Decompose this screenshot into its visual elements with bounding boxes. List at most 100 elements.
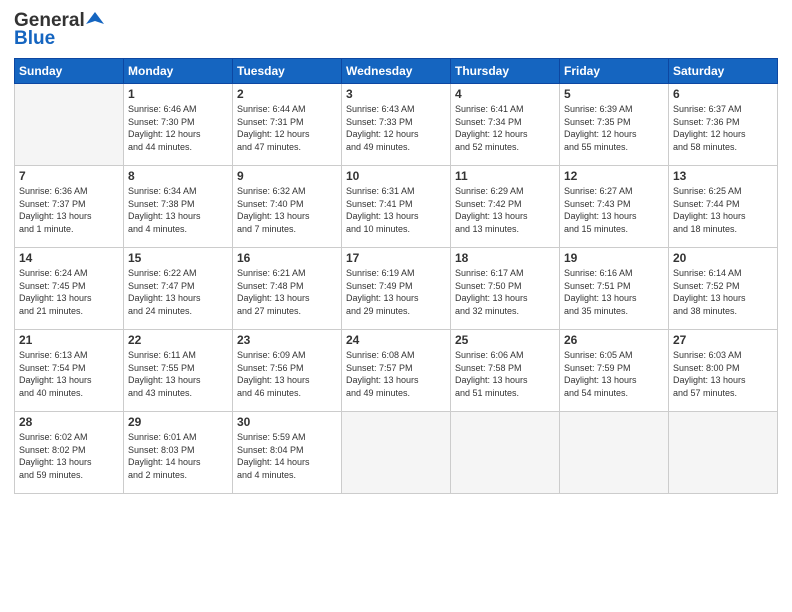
day-number: 4	[455, 87, 555, 101]
logo-bird-icon	[86, 10, 104, 28]
day-info: Sunrise: 6:06 AMSunset: 7:58 PMDaylight:…	[455, 349, 555, 399]
day-cell: 3 Sunrise: 6:43 AMSunset: 7:33 PMDaylight…	[342, 84, 451, 166]
day-info: Sunrise: 6:16 AMSunset: 7:51 PMDaylight:…	[564, 267, 664, 317]
week-row-3: 21Sunrise: 6:13 AMSunset: 7:54 PMDayligh…	[15, 330, 778, 412]
day-cell: 5 Sunrise: 6:39 AMSunset: 7:35 PMDaylight…	[560, 84, 669, 166]
header: General Blue	[14, 10, 778, 50]
day-info: Sunrise: 6:24 AMSunset: 7:45 PMDaylight:…	[19, 267, 119, 317]
day-cell: 16 Sunrise: 6:21 AMSunset: 7:48 PMDayligh…	[233, 248, 342, 330]
week-row-0: 1 Sunrise: 6:46 AMSunset: 7:30 PMDaylight…	[15, 84, 778, 166]
day-info: Sunrise: 5:59 AMSunset: 8:04 PMDaylight:…	[237, 431, 337, 481]
day-cell: 4 Sunrise: 6:41 AMSunset: 7:34 PMDaylight…	[451, 84, 560, 166]
day-number: 29	[128, 415, 228, 429]
header-cell-saturday: Saturday	[669, 59, 778, 84]
day-number: 19	[564, 251, 664, 265]
calendar-header: SundayMondayTuesdayWednesdayThursdayFrid…	[15, 59, 778, 84]
day-number: 7	[19, 169, 119, 183]
day-info: Sunrise: 6:43 AMSunset: 7:33 PMDaylight:…	[346, 103, 446, 153]
day-info: Sunrise: 6:13 AMSunset: 7:54 PMDaylight:…	[19, 349, 119, 399]
day-cell	[15, 84, 124, 166]
day-number: 6	[673, 87, 773, 101]
calendar-body: 1 Sunrise: 6:46 AMSunset: 7:30 PMDaylight…	[15, 84, 778, 494]
day-info: Sunrise: 6:34 AMSunset: 7:38 PMDaylight:…	[128, 185, 228, 235]
day-cell	[342, 412, 451, 494]
header-cell-sunday: Sunday	[15, 59, 124, 84]
day-number: 27	[673, 333, 773, 347]
day-cell: 25 Sunrise: 6:06 AMSunset: 7:58 PMDayligh…	[451, 330, 560, 412]
day-number: 16	[237, 251, 337, 265]
day-info: Sunrise: 6:01 AMSunset: 8:03 PMDaylight:…	[128, 431, 228, 481]
week-row-1: 7 Sunrise: 6:36 AMSunset: 7:37 PMDaylight…	[15, 166, 778, 248]
day-cell: 30 Sunrise: 5:59 AMSunset: 8:04 PMDayligh…	[233, 412, 342, 494]
logo: General Blue	[14, 10, 104, 50]
header-cell-wednesday: Wednesday	[342, 59, 451, 84]
week-row-2: 14 Sunrise: 6:24 AMSunset: 7:45 PMDayligh…	[15, 248, 778, 330]
day-info: Sunrise: 6:21 AMSunset: 7:48 PMDaylight:…	[237, 267, 337, 317]
day-number: 26	[564, 333, 664, 347]
day-cell: 23 Sunrise: 6:09 AMSunset: 7:56 PMDayligh…	[233, 330, 342, 412]
day-cell: 27 Sunrise: 6:03 AMSunset: 8:00 PMDayligh…	[669, 330, 778, 412]
header-cell-friday: Friday	[560, 59, 669, 84]
header-row: SundayMondayTuesdayWednesdayThursdayFrid…	[15, 59, 778, 84]
header-cell-tuesday: Tuesday	[233, 59, 342, 84]
day-cell: 6 Sunrise: 6:37 AMSunset: 7:36 PMDaylight…	[669, 84, 778, 166]
day-cell: 12Sunrise: 6:27 AMSunset: 7:43 PMDayligh…	[560, 166, 669, 248]
logo-blue: Blue	[14, 28, 55, 50]
day-number: 24	[346, 333, 446, 347]
day-info: Sunrise: 6:46 AMSunset: 7:30 PMDaylight:…	[128, 103, 228, 153]
day-info: Sunrise: 6:22 AMSunset: 7:47 PMDaylight:…	[128, 267, 228, 317]
day-cell: 22 Sunrise: 6:11 AMSunset: 7:55 PMDayligh…	[124, 330, 233, 412]
day-info: Sunrise: 6:09 AMSunset: 7:56 PMDaylight:…	[237, 349, 337, 399]
day-number: 25	[455, 333, 555, 347]
day-cell: 20 Sunrise: 6:14 AMSunset: 7:52 PMDayligh…	[669, 248, 778, 330]
day-info: Sunrise: 6:03 AMSunset: 8:00 PMDaylight:…	[673, 349, 773, 399]
day-info: Sunrise: 6:31 AMSunset: 7:41 PMDaylight:…	[346, 185, 446, 235]
day-number: 1	[128, 87, 228, 101]
day-info: Sunrise: 6:02 AMSunset: 8:02 PMDaylight:…	[19, 431, 119, 481]
day-cell: 18 Sunrise: 6:17 AMSunset: 7:50 PMDayligh…	[451, 248, 560, 330]
day-cell: 21Sunrise: 6:13 AMSunset: 7:54 PMDayligh…	[15, 330, 124, 412]
day-number: 28	[19, 415, 119, 429]
day-info: Sunrise: 6:17 AMSunset: 7:50 PMDaylight:…	[455, 267, 555, 317]
day-cell: 10 Sunrise: 6:31 AMSunset: 7:41 PMDayligh…	[342, 166, 451, 248]
day-info: Sunrise: 6:25 AMSunset: 7:44 PMDaylight:…	[673, 185, 773, 235]
day-info: Sunrise: 6:37 AMSunset: 7:36 PMDaylight:…	[673, 103, 773, 153]
day-number: 14	[19, 251, 119, 265]
day-number: 5	[564, 87, 664, 101]
day-number: 17	[346, 251, 446, 265]
day-info: Sunrise: 6:05 AMSunset: 7:59 PMDaylight:…	[564, 349, 664, 399]
day-number: 3	[346, 87, 446, 101]
day-cell: 13 Sunrise: 6:25 AMSunset: 7:44 PMDayligh…	[669, 166, 778, 248]
header-cell-thursday: Thursday	[451, 59, 560, 84]
day-info: Sunrise: 6:39 AMSunset: 7:35 PMDaylight:…	[564, 103, 664, 153]
calendar-table: SundayMondayTuesdayWednesdayThursdayFrid…	[14, 58, 778, 494]
day-number: 20	[673, 251, 773, 265]
day-cell	[669, 412, 778, 494]
page: General Blue SundayMondayTuesdayWednesda…	[0, 0, 792, 612]
day-cell: 2Sunrise: 6:44 AMSunset: 7:31 PMDaylight…	[233, 84, 342, 166]
day-cell	[560, 412, 669, 494]
day-cell: 11Sunrise: 6:29 AMSunset: 7:42 PMDayligh…	[451, 166, 560, 248]
day-number: 8	[128, 169, 228, 183]
day-info: Sunrise: 6:19 AMSunset: 7:49 PMDaylight:…	[346, 267, 446, 317]
day-number: 30	[237, 415, 337, 429]
day-info: Sunrise: 6:36 AMSunset: 7:37 PMDaylight:…	[19, 185, 119, 235]
day-cell: 26 Sunrise: 6:05 AMSunset: 7:59 PMDayligh…	[560, 330, 669, 412]
day-cell	[451, 412, 560, 494]
day-number: 23	[237, 333, 337, 347]
day-number: 18	[455, 251, 555, 265]
day-info: Sunrise: 6:41 AMSunset: 7:34 PMDaylight:…	[455, 103, 555, 153]
day-cell: 15 Sunrise: 6:22 AMSunset: 7:47 PMDayligh…	[124, 248, 233, 330]
day-number: 22	[128, 333, 228, 347]
day-info: Sunrise: 6:29 AMSunset: 7:42 PMDaylight:…	[455, 185, 555, 235]
day-info: Sunrise: 6:08 AMSunset: 7:57 PMDaylight:…	[346, 349, 446, 399]
day-info: Sunrise: 6:11 AMSunset: 7:55 PMDaylight:…	[128, 349, 228, 399]
day-number: 13	[673, 169, 773, 183]
day-cell: 24 Sunrise: 6:08 AMSunset: 7:57 PMDayligh…	[342, 330, 451, 412]
day-number: 15	[128, 251, 228, 265]
day-cell: 1 Sunrise: 6:46 AMSunset: 7:30 PMDaylight…	[124, 84, 233, 166]
day-number: 10	[346, 169, 446, 183]
day-info: Sunrise: 6:14 AMSunset: 7:52 PMDaylight:…	[673, 267, 773, 317]
day-cell: 19 Sunrise: 6:16 AMSunset: 7:51 PMDayligh…	[560, 248, 669, 330]
header-cell-monday: Monday	[124, 59, 233, 84]
